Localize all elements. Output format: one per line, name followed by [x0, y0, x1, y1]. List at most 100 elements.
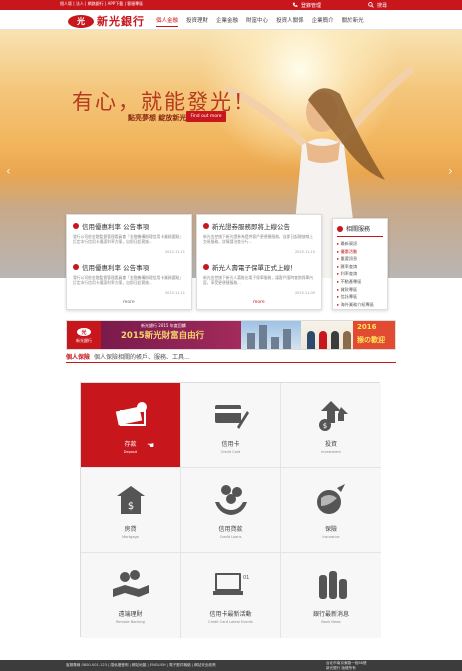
credit-card-icon [214, 405, 249, 429]
service-insurance[interactable]: 保險 Insurance [281, 468, 381, 553]
service-label: 信用卡最新活動 [209, 611, 252, 618]
news-item[interactable]: 信用優惠利率 公告事項 發行公司依金融監督管理委員會「金融機構辦理信用卡業務要點… [67, 215, 191, 256]
bullet-icon [203, 223, 209, 229]
service-label: 房貸 [124, 526, 137, 533]
top-links[interactable]: 個人版 | 法人 | 網路銀行 | APP下載 | 客服專區 [60, 1, 143, 7]
service-label: 信用卡 [221, 441, 240, 448]
section-title: 個人保險 [66, 354, 91, 361]
promo-banner[interactable]: 光 新光銀行 新光銀行 2015 年度回饋 2015新光財富自由行 2016 猴… [66, 320, 396, 350]
more-link[interactable]: more [253, 300, 265, 305]
news-body: 新光金控旗下新光證券為提供客戶更便捷服務，自即日起開放線上交易服務，詳情請洽各分… [203, 234, 314, 244]
credit-loans-icon [214, 485, 247, 515]
news-body: 發行公司依金融監督管理委員會「金融機構辦理信用卡業務要點」訂定本行信用卡優惠利率… [73, 234, 184, 244]
service-mortgage[interactable]: $ 房貸 Mortgage [81, 468, 181, 553]
service-label: 保險 [324, 526, 337, 533]
news-item[interactable]: 信用優惠利率 公告事項 發行公司依金融監督管理委員會「金融機構辦理信用卡業務要點… [67, 256, 191, 297]
hero-title: 有心，就能發光！ [72, 90, 256, 114]
side-link[interactable]: 匯率查詢 [337, 263, 383, 271]
service-label-en: Bank News [321, 620, 341, 624]
service-label-en: Credit Loans [219, 535, 242, 539]
side-link[interactable]: 利率查詢 [337, 270, 383, 278]
news-date: 2015.11.11 [164, 291, 185, 295]
bank-logo[interactable]: 光 新光銀行 [68, 13, 145, 29]
bullet-icon [73, 223, 79, 229]
hand-cursor-icon: ☚ [147, 441, 155, 450]
footer-address: 台北市南京東路一段86號 新光銀行 版權所有 [326, 661, 367, 670]
service-bank-news[interactable]: 銀行最新消息 Bank News [281, 553, 381, 638]
prev-slide-icon[interactable]: ‹ [6, 164, 11, 178]
services-grid: 存款 Deposit ☚ 信用卡 Credit Card $ 投資 Invest… [80, 382, 381, 638]
banner-logo-text: 新光銀行 [76, 338, 92, 343]
news-title: 新光人壽電子保單正式上線！ [212, 264, 297, 272]
site-footer: 客服專線 0800-001-123 | 隱私權聲明 | 網站地圖 | ENGLI… [0, 660, 462, 671]
service-deposit[interactable]: 存款 Deposit ☚ [81, 383, 181, 468]
nav-wealth[interactable]: 財富中心 [246, 16, 268, 27]
nav-corporate[interactable]: 企業金融 [216, 16, 238, 27]
news-title: 新光證券服務即將上線公告 [212, 223, 290, 231]
login-link[interactable]: 登錄管理 [292, 0, 321, 10]
service-label-en: Insurance [322, 535, 340, 539]
service-label-en: Credit Card Latest Events [208, 620, 253, 624]
banner-campaign: 新光銀行 2015 年度回饋 2015新光財富自由行 [101, 321, 241, 349]
related-services-panel: 相關服務 最新資訊 優惠活動 重要訊息 匯率查詢 利率查詢 不動產專區 貸款專區… [332, 218, 388, 310]
main-nav: 個人金融 投資理財 企業金融 財富中心 投資人關係 企業簡介 關於新光 [156, 16, 364, 27]
news-body: 新光金控旗下新光人壽推出電子保單服務，讓客戶隨時查詢保單內容，享受更便捷服務..… [203, 275, 314, 285]
section-divider [66, 362, 396, 363]
side-link[interactable]: 優惠活動 [337, 248, 383, 256]
related-services-title: 相關服務 [346, 226, 371, 233]
find-out-more-button[interactable]: Find out more [186, 111, 226, 122]
service-label: 投資 [324, 441, 337, 448]
footer-address-line: 台北市南京東路一段86號 [326, 661, 367, 665]
service-credit-loans[interactable]: 信用貸款 Credit Loans [181, 468, 281, 553]
news-date: 2015.11.11 [164, 250, 185, 254]
footer-links[interactable]: 客服專線 0800-001-123 | 隱私權聲明 | 網站地圖 | ENGLI… [66, 663, 216, 668]
news-date: 2015.11.09 [294, 291, 315, 295]
nav-investment[interactable]: 投資理財 [186, 16, 208, 27]
nav-about-company[interactable]: 企業簡介 [312, 16, 334, 27]
nav-investor[interactable]: 投資人關係 [276, 16, 304, 27]
side-link[interactable]: 海外業務介紹專區 [337, 301, 383, 309]
side-link[interactable]: 信託專區 [337, 293, 383, 301]
service-label: 存款 [124, 441, 137, 448]
side-link[interactable]: 最新資訊 [337, 240, 383, 248]
insurance-icon [317, 484, 345, 514]
service-card-events[interactable]: 01 信用卡最新活動 Credit Card Latest Events [181, 553, 281, 638]
more-link[interactable]: more [123, 300, 135, 305]
remote-banking-icon [112, 570, 149, 597]
service-credit-card[interactable]: 信用卡 Credit Card [181, 383, 281, 468]
side-link[interactable]: 貸款專區 [337, 286, 383, 294]
banner-people-image [301, 321, 353, 349]
news-card-1: 信用優惠利率 公告事項 發行公司依金融監督管理委員會「金融機構辦理信用卡業務要點… [66, 214, 192, 310]
phone-icon [292, 2, 298, 7]
news-date: 2015.11.10 [294, 250, 315, 254]
news-title: 信用優惠利率 公告事項 [82, 264, 150, 272]
mortgage-icon: $ [116, 486, 145, 514]
banner-big-text: 2015新光財富自由行 [121, 331, 205, 341]
service-label-en: Deposit [123, 450, 138, 454]
section-header: 個人保險 個人保險相關的帳戶、服務、工具... [66, 352, 190, 361]
service-label-en: Credit Card [220, 450, 241, 454]
svg-text:01: 01 [243, 575, 249, 581]
service-investment[interactable]: $ 投資 Investment [281, 383, 381, 468]
banner-seal-icon: 光 [77, 328, 91, 336]
service-label-en: Investment [321, 450, 341, 454]
search-icon [368, 2, 374, 8]
top-utility-bar: 個人版 | 法人 | 網路銀行 | APP下載 | 客服專區 登錄管理 搜尋 [0, 0, 462, 10]
search-link[interactable]: 搜尋 [368, 0, 387, 10]
nav-personal[interactable]: 個人金融 [156, 16, 179, 27]
service-remote-banking[interactable]: 遠端理財 Remote Banking [81, 553, 181, 638]
side-link[interactable]: 重要訊息 [337, 255, 383, 263]
news-item[interactable]: 新光證券服務即將上線公告 新光金控旗下新光證券為提供客戶更便捷服務，自即日起開放… [197, 215, 321, 256]
banner-logo: 光 新光銀行 [67, 321, 101, 349]
nav-about[interactable]: 關於新光 [342, 16, 364, 27]
service-label-en: Remote Banking [116, 620, 145, 624]
next-slide-icon[interactable]: › [448, 164, 453, 178]
deposit-icon [115, 402, 147, 426]
news-item[interactable]: 新光人壽電子保單正式上線！ 新光金控旗下新光人壽推出電子保單服務，讓客戶隨時查詢… [197, 256, 321, 297]
svg-text:$: $ [323, 422, 327, 430]
side-link[interactable]: 不動產專區 [337, 278, 383, 286]
bullet-icon [337, 225, 343, 232]
banner-buildings-image [241, 321, 301, 349]
banner-year: 2016 [357, 323, 377, 331]
service-label-en: Mortgage [122, 535, 139, 539]
